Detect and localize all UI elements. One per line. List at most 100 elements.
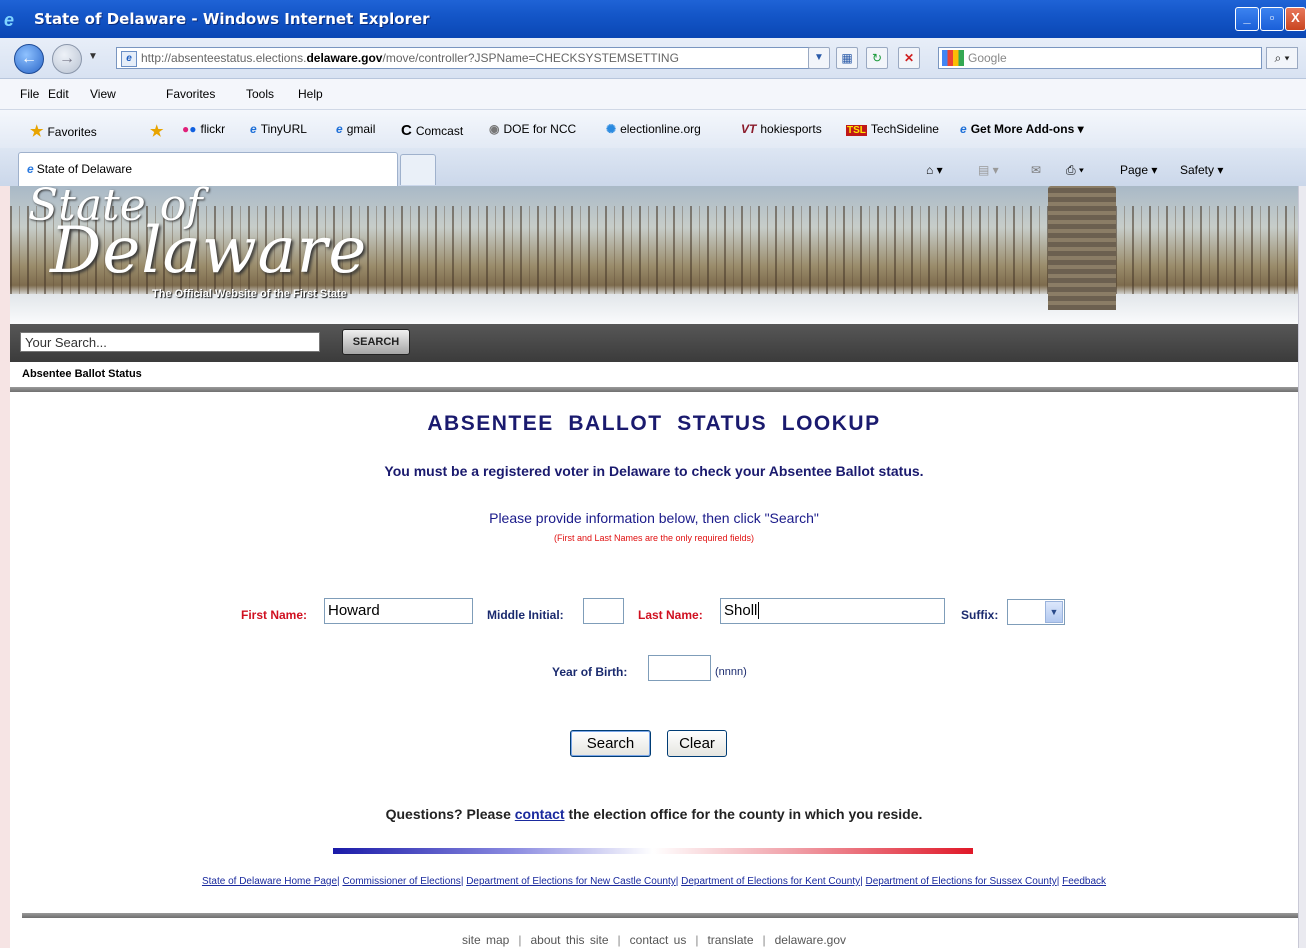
maximize-button[interactable]: ▫ [1260,7,1284,31]
clear-button[interactable]: Clear [667,730,727,757]
year-of-birth-label: Year of Birth: [552,665,628,679]
fav-flickr[interactable]: ●● flickr [182,122,225,136]
comcast-icon: C [401,122,412,139]
forward-button[interactable]: → [52,44,82,74]
middle-initial-input[interactable] [583,598,624,624]
suffix-select[interactable]: ▼ [1007,599,1065,625]
chevron-down-icon[interactable]: ▼ [1045,601,1063,623]
footer-divider [22,913,1298,918]
first-name-input[interactable]: Howard [324,598,473,624]
site-footer: site map | about this site | contact us | tran… [461,933,847,947]
electionline-icon: ✺ [606,122,617,136]
site-search-button[interactable]: SEARCH [342,329,410,355]
minimize-button[interactable]: _ [1235,7,1259,31]
ie-logo-icon: e [4,10,15,30]
window-title: State of Delaware - Windows Internet Exp… [34,10,430,28]
back-button[interactable]: ← [14,44,44,74]
fav-doe-ncc[interactable]: ◉ DOE for NCC [489,122,576,136]
last-name-input[interactable]: Sholl [720,598,945,624]
page-subtitle: You must be a registered voter in Delawa… [384,463,924,479]
vt-icon: VT [741,122,757,136]
favorites-bar: ★ Favorites ★ ●● flickr e TinyURL e gmail CC… [0,110,1306,149]
address-input[interactable]: e http://absenteestatus.elections.delawar… [116,47,826,69]
last-name-label: Last Name: [638,608,703,622]
address-dropdown-icon[interactable]: ▼ [808,47,830,69]
year-of-birth-input[interactable] [648,655,711,681]
menu-file[interactable]: File [20,87,39,101]
fav-comcast[interactable]: C Comcast [401,122,463,139]
tab-state-of-delaware[interactable]: e State of Delaware [18,152,398,186]
footer-link-sussex[interactable]: Department of Elections for Sussex Count… [866,876,1057,887]
required-fields-note: (First and Last Names are the only requi… [553,533,755,543]
breadcrumb: Absentee Ballot Status [22,368,142,380]
print-icon[interactable]: ⎙ ▾ [1066,163,1084,178]
footer-links: State of Delaware Home Page| Commissione… [201,876,1107,887]
ie-page-icon: e [27,162,34,176]
page-title: ABSENTEE BALLOT STATUS LOOKUP [427,412,881,435]
banner-logo-line2: Delaware [50,214,368,288]
flickr-icon: ●● [182,122,197,136]
footer-link-home[interactable]: State of Delaware Home Page [202,876,337,887]
site-banner: State of Delaware The Official Website o… [10,186,1298,324]
questions-text: Questions? Please contact the election o… [385,806,923,822]
star-icon: ★ [30,123,44,140]
contact-link[interactable]: contact [515,806,565,822]
page-icon: e [121,51,137,67]
menu-view[interactable]: View [90,87,116,101]
fav-electionline[interactable]: ✺ electionline.org [606,122,701,136]
menu-tools[interactable]: Tools [246,87,274,101]
footer-link-new-castle[interactable]: Department of Elections for New Castle C… [466,876,676,887]
site-search-bar: Your Search... SEARCH [10,324,1298,362]
site-search-input[interactable]: Your Search... [20,332,320,352]
google-logo-icon [942,50,964,66]
ie-page-icon: e [250,122,257,136]
fav-gmail[interactable]: e gmail [336,122,375,136]
tsl-icon: TSL [846,125,867,136]
ie-page-icon: e [960,122,967,136]
safety-menu[interactable]: Safety ▾ [1180,163,1223,177]
instructions-text: Please provide information below, then c… [489,510,819,526]
fav-tinyurl[interactable]: e TinyURL [250,122,307,136]
tab-bar: e State of Delaware ⌂ ▾ ▤ ▾ ✉ ⎙ ▾ Page ▾ … [0,148,1306,187]
menu-bar: File Edit View Favorites Tools Help [0,79,1306,110]
window-titlebar: e State of Delaware - Windows Internet E… [0,0,1306,38]
menu-help[interactable]: Help [298,87,323,101]
new-tab-button[interactable] [400,154,436,185]
site-map-link[interactable]: site map [462,933,509,947]
page-left-margin [0,186,10,948]
about-site-link[interactable]: about this site [530,933,608,947]
suffix-label: Suffix: [961,608,999,622]
add-favorite-icon[interactable]: ★ [150,122,167,140]
home-icon[interactable]: ⌂ ▾ [926,163,943,177]
history-dropdown-icon[interactable]: ▼ [88,51,98,62]
stop-icon[interactable]: ✕ [898,47,920,69]
compatibility-view-icon[interactable]: ▦ [836,47,858,69]
close-button[interactable]: X [1285,7,1306,31]
ie-page-icon: e [336,122,343,136]
browser-search-button[interactable]: ⌕ ▾ [1266,47,1298,69]
fav-hokiesports[interactable]: VT hokiesports [741,122,822,136]
favorites-button[interactable]: ★ Favorites [30,122,97,140]
search-button[interactable]: Search [570,730,651,757]
first-name-label: First Name: [241,608,308,622]
page-menu[interactable]: Page ▾ [1120,163,1157,177]
vertical-scrollbar[interactable] [1298,186,1306,948]
footer-link-feedback[interactable]: Feedback [1062,876,1106,887]
contact-us-link[interactable]: contact us [630,933,687,947]
refresh-icon[interactable]: ↻ [866,47,888,69]
menu-favorites[interactable]: Favorites [166,87,215,101]
translate-link[interactable]: translate [707,933,753,947]
footer-link-commissioner[interactable]: Commissioner of Elections [342,876,460,887]
footer-link-kent[interactable]: Department of Elections for Kent County [681,876,860,887]
banner-tower [1048,186,1116,310]
fav-techsideline[interactable]: TSL TechSideline [846,122,939,136]
delaware-gov-link[interactable]: delaware.gov [775,933,846,947]
browser-search-input[interactable]: Google [938,47,1262,69]
banner-tagline: The Official Website of the First State [152,288,347,300]
fav-get-more-addons[interactable]: e Get More Add-ons ▾ [960,122,1084,136]
text-cursor [758,602,760,619]
read-mail-icon[interactable]: ✉ [1031,163,1041,177]
feeds-icon[interactable]: ▤ ▾ [978,163,999,177]
menu-edit[interactable]: Edit [48,87,69,101]
middle-initial-label: Middle Initial: [487,608,564,622]
